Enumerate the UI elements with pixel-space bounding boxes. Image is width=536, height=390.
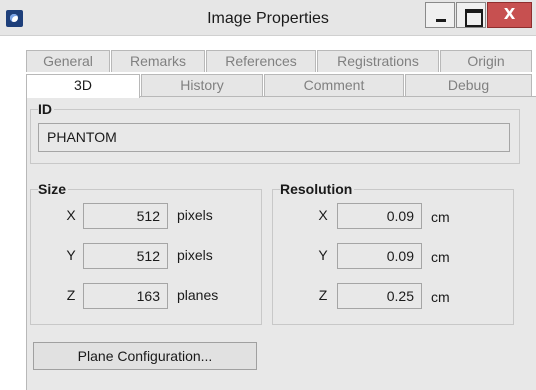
size-x-unit: pixels (177, 207, 213, 223)
tab-general[interactable]: General (26, 50, 110, 72)
tab-strip: General Remarks References Registrations… (0, 36, 536, 98)
size-x-field[interactable]: 512 (83, 203, 168, 229)
tab-registrations[interactable]: Registrations (317, 50, 439, 72)
size-y-field[interactable]: 512 (83, 243, 168, 269)
size-z-unit: planes (177, 287, 219, 303)
id-group-title: ID (38, 101, 54, 117)
resolution-y-field[interactable]: 0.09 (337, 243, 422, 269)
resolution-x-unit: cm (431, 209, 450, 225)
image-properties-window: Image Properties X General Remarks Refer… (0, 0, 536, 390)
close-button[interactable]: X (487, 2, 532, 28)
close-icon: X (503, 5, 516, 23)
size-z-field[interactable]: 163 (83, 283, 168, 309)
tab-3d[interactable]: 3D (26, 74, 140, 98)
resolution-group-title: Resolution (280, 181, 355, 197)
maximize-button[interactable] (456, 2, 486, 28)
tab-origin[interactable]: Origin (440, 50, 532, 72)
tab-comment[interactable]: Comment (264, 74, 404, 96)
resolution-x-label: X (318, 207, 328, 223)
title-bar[interactable]: Image Properties X (0, 0, 536, 36)
plane-configuration-button[interactable]: Plane Configuration... (33, 342, 257, 370)
size-y-unit: pixels (177, 247, 213, 263)
resolution-z-label: Z (318, 287, 328, 303)
resolution-x-field[interactable]: 0.09 (337, 203, 422, 229)
tab-references[interactable]: References (206, 50, 316, 72)
tab-debug[interactable]: Debug (405, 74, 532, 96)
minimize-button[interactable] (425, 2, 455, 28)
tab-history[interactable]: History (141, 74, 263, 96)
resolution-y-label: Y (318, 247, 328, 263)
size-y-label: Y (66, 247, 76, 263)
tab-remarks[interactable]: Remarks (111, 50, 205, 72)
size-group-title: Size (38, 181, 69, 197)
size-z-label: Z (66, 287, 76, 303)
size-x-label: X (66, 207, 76, 223)
resolution-z-unit: cm (431, 289, 450, 305)
id-field[interactable]: PHANTOM (38, 123, 510, 152)
resolution-z-field[interactable]: 0.25 (337, 283, 422, 309)
resolution-y-unit: cm (431, 249, 450, 265)
